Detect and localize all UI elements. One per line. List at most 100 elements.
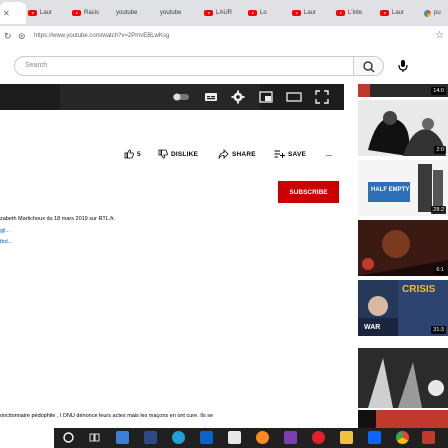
tab-9[interactable]: Laur xyxy=(380,2,416,24)
youtube-favicon-icon xyxy=(248,10,257,16)
video-player-controls xyxy=(0,84,344,110)
sidebar-video-1[interactable]: 14:0 xyxy=(358,84,448,97)
thumbnail-image xyxy=(358,410,376,428)
search-placeholder: Search xyxy=(25,62,48,69)
dislike-label: DISLIKE xyxy=(171,150,199,158)
opera-icon[interactable] xyxy=(312,431,325,444)
thumbnail-caption-crisis: CRISIS xyxy=(402,284,436,295)
sidebar-video-2[interactable]: 2:0 xyxy=(358,100,448,156)
fullscreen-icon[interactable] xyxy=(315,90,329,104)
task-view-icon[interactable] xyxy=(88,431,101,444)
youtube-favicon-icon xyxy=(336,10,345,16)
youtube-favicon-icon xyxy=(72,10,81,16)
start-icon[interactable] xyxy=(62,431,75,444)
tab-2-label: Racis xyxy=(84,10,100,16)
description-line-1: zabeth Martichoux du 18 mars 2019 sur RT… xyxy=(0,216,115,222)
microphone-icon[interactable] xyxy=(396,59,410,73)
youtube-favicon-icon xyxy=(28,10,37,16)
sidebar-video-5[interactable]: CRISIS WAR 31:3 xyxy=(358,280,448,336)
browser-tab-strip: ✕ Laur Racis youtube youtube LAUR Lo Lau… xyxy=(0,0,448,26)
tab-5-label: LAUR xyxy=(216,10,233,16)
reload-icon[interactable]: ↻ xyxy=(4,31,12,42)
autoplay-toggle[interactable] xyxy=(172,90,189,104)
windows-taskbar xyxy=(54,428,448,448)
settings-gear-icon[interactable] xyxy=(231,90,245,104)
tab-3-label: youtube xyxy=(116,10,138,16)
dislike-button[interactable]: DISLIKE xyxy=(158,148,198,160)
search-input[interactable]: Search xyxy=(14,56,354,76)
sidebar-video-3[interactable]: HALF EMPTY 28:2 xyxy=(358,160,448,216)
app-folder-icon[interactable] xyxy=(340,431,353,444)
description-link-2[interactable]: tbd... xyxy=(0,239,12,245)
tab-2[interactable]: Racis xyxy=(72,2,108,24)
tab-8[interactable]: L'inte xyxy=(336,2,372,24)
description-link-1[interactable]: gjl... xyxy=(0,228,10,234)
google-favicon-icon xyxy=(424,9,431,17)
tab-6[interactable]: Lo xyxy=(248,2,284,24)
file-explorer-icon[interactable] xyxy=(116,431,129,444)
thumbnail-caption-half-empty: HALF EMPTY xyxy=(371,187,410,193)
app-red-icon[interactable] xyxy=(422,431,435,444)
app-b-icon[interactable] xyxy=(144,431,157,444)
more-actions-button[interactable]: ... xyxy=(326,148,332,160)
tab-close-icon[interactable]: ✕ xyxy=(3,9,10,18)
site-info-icon[interactable]: ⊜ xyxy=(18,31,26,42)
thumbnail-image xyxy=(358,348,448,408)
tab-5[interactable]: LAUR xyxy=(204,2,240,24)
share-icon xyxy=(218,149,229,159)
sidebar-video-7[interactable] xyxy=(358,410,448,428)
tab-10[interactable]: pu xyxy=(424,2,448,24)
edge-browser-icon[interactable] xyxy=(172,431,185,444)
video-duration: 6:1 xyxy=(434,266,446,274)
app-calendar-icon[interactable] xyxy=(228,431,241,444)
sidebar-video-6[interactable] xyxy=(358,348,448,408)
tab-7[interactable]: Laur xyxy=(292,2,328,24)
chrome-icon[interactable] xyxy=(396,431,409,444)
save-button[interactable]: SAVE xyxy=(274,148,306,160)
like-button[interactable]: 5 xyxy=(124,148,141,160)
firefox-icon[interactable] xyxy=(256,431,269,444)
tab-7-label: Laur xyxy=(304,10,317,16)
video-duration: 14:0 xyxy=(431,87,446,95)
search-icon xyxy=(363,61,375,73)
youtube-favicon-icon xyxy=(204,10,213,16)
thumb-down-icon xyxy=(158,149,168,159)
video-duration: 2:0 xyxy=(434,146,446,154)
tab-4[interactable]: youtube xyxy=(160,2,196,24)
more-actions-label: ... xyxy=(326,150,333,158)
tab-1[interactable]: Laur xyxy=(28,2,64,24)
video-duration: 31:3 xyxy=(431,326,446,334)
url-field[interactable]: https://www.youtube.com/watch?v=2PmvEBLw… xyxy=(34,33,169,39)
tab-9-label: Laur xyxy=(392,10,405,16)
share-label: SHARE xyxy=(232,150,256,158)
subtitles-icon[interactable] xyxy=(204,90,218,104)
tab-4-label: youtube xyxy=(160,10,182,16)
tab-current[interactable]: ✕ xyxy=(0,2,26,24)
sidebar-video-4[interactable]: 6:1 xyxy=(358,220,448,276)
bookmark-star-icon[interactable]: ☆ xyxy=(435,30,444,41)
subscribe-button[interactable]: SUBSCRIBE xyxy=(278,181,339,203)
search-button[interactable] xyxy=(354,56,384,76)
add-to-playlist-icon xyxy=(274,150,285,158)
video-duration: 28:2 xyxy=(431,206,446,214)
theater-mode-icon[interactable] xyxy=(286,90,302,104)
comment-snippet: onctionnaire pédophile , l ONU dénonce l… xyxy=(0,413,214,419)
thumbnail-caption-war: WAR xyxy=(362,324,383,331)
youtube-favicon-icon xyxy=(292,10,301,16)
share-button[interactable]: SHARE xyxy=(218,148,256,160)
thumbnail-image xyxy=(358,84,370,97)
like-count: 5 xyxy=(137,150,141,158)
tab-6-label: Lo xyxy=(260,10,267,16)
tab-10-label: pu xyxy=(434,10,441,16)
outlook-icon[interactable] xyxy=(200,431,213,444)
miniplayer-icon[interactable] xyxy=(259,90,273,104)
save-label: SAVE xyxy=(288,150,307,158)
dropbox-icon[interactable] xyxy=(368,431,381,444)
tab-1-label: Laur xyxy=(40,10,53,16)
youtube-favicon-icon xyxy=(380,10,389,16)
tab-3[interactable]: youtube xyxy=(116,2,152,24)
address-bar: ↻ ⊜ https://www.youtube.com/watch?v=2Pmv… xyxy=(0,26,448,49)
tab-8-label: L'inte xyxy=(348,10,363,16)
app-purple-icon[interactable] xyxy=(284,431,297,444)
thumb-up-icon xyxy=(124,149,134,159)
